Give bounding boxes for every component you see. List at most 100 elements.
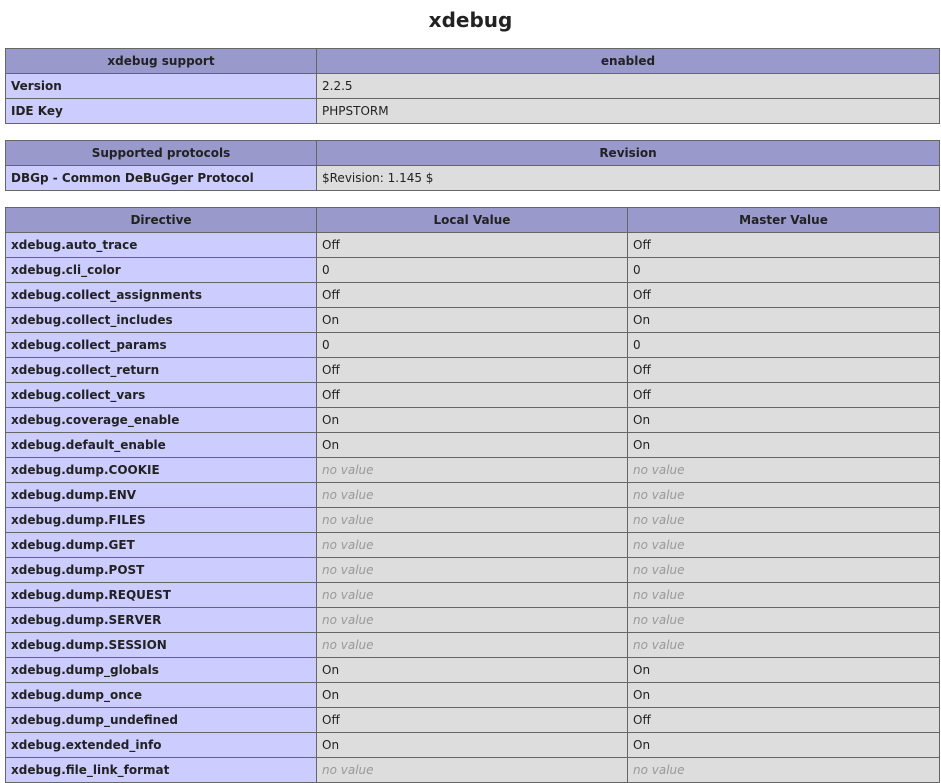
no-value-text: no value (322, 563, 374, 577)
directive-name: xdebug.dump.FILES (5, 507, 317, 533)
local-value: 0 (316, 332, 628, 358)
directive-name: xdebug.auto_trace (5, 232, 317, 258)
local-value: Off (316, 357, 628, 383)
table-row: xdebug.auto_trace Off Off (5, 232, 940, 258)
no-value-text: no value (322, 513, 374, 527)
local-value: On (316, 407, 628, 433)
local-value: Off (316, 232, 628, 258)
directive-name: xdebug.dump.ENV (5, 482, 317, 508)
header-cell: Revision (316, 140, 940, 166)
row-value: $Revision: 1.145 $ (316, 165, 940, 191)
header-cell: xdebug support (5, 48, 317, 74)
table-row: xdebug.dump.FILES no value no value (5, 507, 940, 533)
local-value: On (316, 657, 628, 683)
directive-name: xdebug.dump.POST (5, 557, 317, 583)
master-value: no value (627, 632, 940, 658)
table-row: xdebug.dump.POST no value no value (5, 557, 940, 583)
directive-name: xdebug.cli_color (5, 257, 317, 283)
directive-name: xdebug.coverage_enable (5, 407, 317, 433)
table-header-row: Directive Local Value Master Value (5, 207, 940, 233)
table-row: xdebug.collect_params 0 0 (5, 332, 940, 358)
directive-name: xdebug.collect_params (5, 332, 317, 358)
local-value: On (316, 732, 628, 758)
master-value: no value (627, 457, 940, 483)
no-value-text: no value (633, 588, 685, 602)
table-row: xdebug.dump_globals On On (5, 657, 940, 683)
local-value: no value (316, 632, 628, 658)
master-value: On (627, 682, 940, 708)
header-cell: Master Value (627, 207, 940, 233)
row-key: Version (5, 73, 317, 99)
row-value: PHPSTORM (316, 98, 940, 124)
header-cell: enabled (316, 48, 940, 74)
master-value: no value (627, 607, 940, 633)
master-value: no value (627, 532, 940, 558)
no-value-text: no value (633, 763, 685, 777)
local-value: Off (316, 382, 628, 408)
local-value: On (316, 432, 628, 458)
directive-name: xdebug.dump.SESSION (5, 632, 317, 658)
row-key: DBGp - Common DeBuGger Protocol (5, 165, 317, 191)
local-value: 0 (316, 257, 628, 283)
no-value-text: no value (633, 463, 685, 477)
directive-name: xdebug.dump.SERVER (5, 607, 317, 633)
no-value-text: no value (322, 638, 374, 652)
table-row: xdebug.file_link_format no value no value (5, 757, 940, 783)
table-row: xdebug.dump.ENV no value no value (5, 482, 940, 508)
master-value: On (627, 407, 940, 433)
master-value: On (627, 657, 940, 683)
directive-name: xdebug.dump.GET (5, 532, 317, 558)
local-value: no value (316, 532, 628, 558)
local-value: no value (316, 457, 628, 483)
directives-table: Directive Local Value Master Value xdebu… (5, 207, 940, 783)
table-row: xdebug.dump.COOKIE no value no value (5, 457, 940, 483)
master-value: 0 (627, 257, 940, 283)
local-value: no value (316, 607, 628, 633)
table-row: xdebug.dump.SESSION no value no value (5, 632, 940, 658)
table-row: xdebug.collect_vars Off Off (5, 382, 940, 408)
directive-name: xdebug.collect_includes (5, 307, 317, 333)
table-row: xdebug.cli_color 0 0 (5, 257, 940, 283)
directive-name: xdebug.file_link_format (5, 757, 317, 783)
no-value-text: no value (322, 538, 374, 552)
directive-name: xdebug.collect_assignments (5, 282, 317, 308)
table-row: Version 2.2.5 (5, 73, 940, 99)
master-value: no value (627, 582, 940, 608)
local-value: no value (316, 582, 628, 608)
directive-name: xdebug.collect_vars (5, 382, 317, 408)
master-value: Off (627, 357, 940, 383)
table-row: xdebug.dump.REQUEST no value no value (5, 582, 940, 608)
master-value: no value (627, 507, 940, 533)
page-title: xdebug (428, 8, 513, 32)
master-value: On (627, 732, 940, 758)
table-row: xdebug.dump.GET no value no value (5, 532, 940, 558)
no-value-text: no value (633, 638, 685, 652)
table-row: xdebug.default_enable On On (5, 432, 940, 458)
local-value: no value (316, 757, 628, 783)
table-row: xdebug.collect_return Off Off (5, 357, 940, 383)
local-value: On (316, 682, 628, 708)
directive-name: xdebug.dump.REQUEST (5, 582, 317, 608)
no-value-text: no value (322, 763, 374, 777)
no-value-text: no value (633, 488, 685, 502)
local-value: Off (316, 707, 628, 733)
local-value: no value (316, 507, 628, 533)
no-value-text: no value (633, 563, 685, 577)
row-key: IDE Key (5, 98, 317, 124)
master-value: Off (627, 232, 940, 258)
supported-protocols-table: Supported protocols Revision DBGp - Comm… (5, 140, 940, 191)
table-header-row: xdebug support enabled (5, 48, 940, 74)
table-row: xdebug.dump.SERVER no value no value (5, 607, 940, 633)
table-row: xdebug.coverage_enable On On (5, 407, 940, 433)
master-value: no value (627, 557, 940, 583)
master-value: On (627, 432, 940, 458)
directive-name: xdebug.default_enable (5, 432, 317, 458)
master-value: no value (627, 757, 940, 783)
master-value: no value (627, 482, 940, 508)
directive-name: xdebug.dump_globals (5, 657, 317, 683)
table-row: IDE Key PHPSTORM (5, 98, 940, 124)
header-cell: Supported protocols (5, 140, 317, 166)
header-cell: Local Value (316, 207, 628, 233)
table-row: xdebug.dump_once On On (5, 682, 940, 708)
table-row: xdebug.collect_includes On On (5, 307, 940, 333)
